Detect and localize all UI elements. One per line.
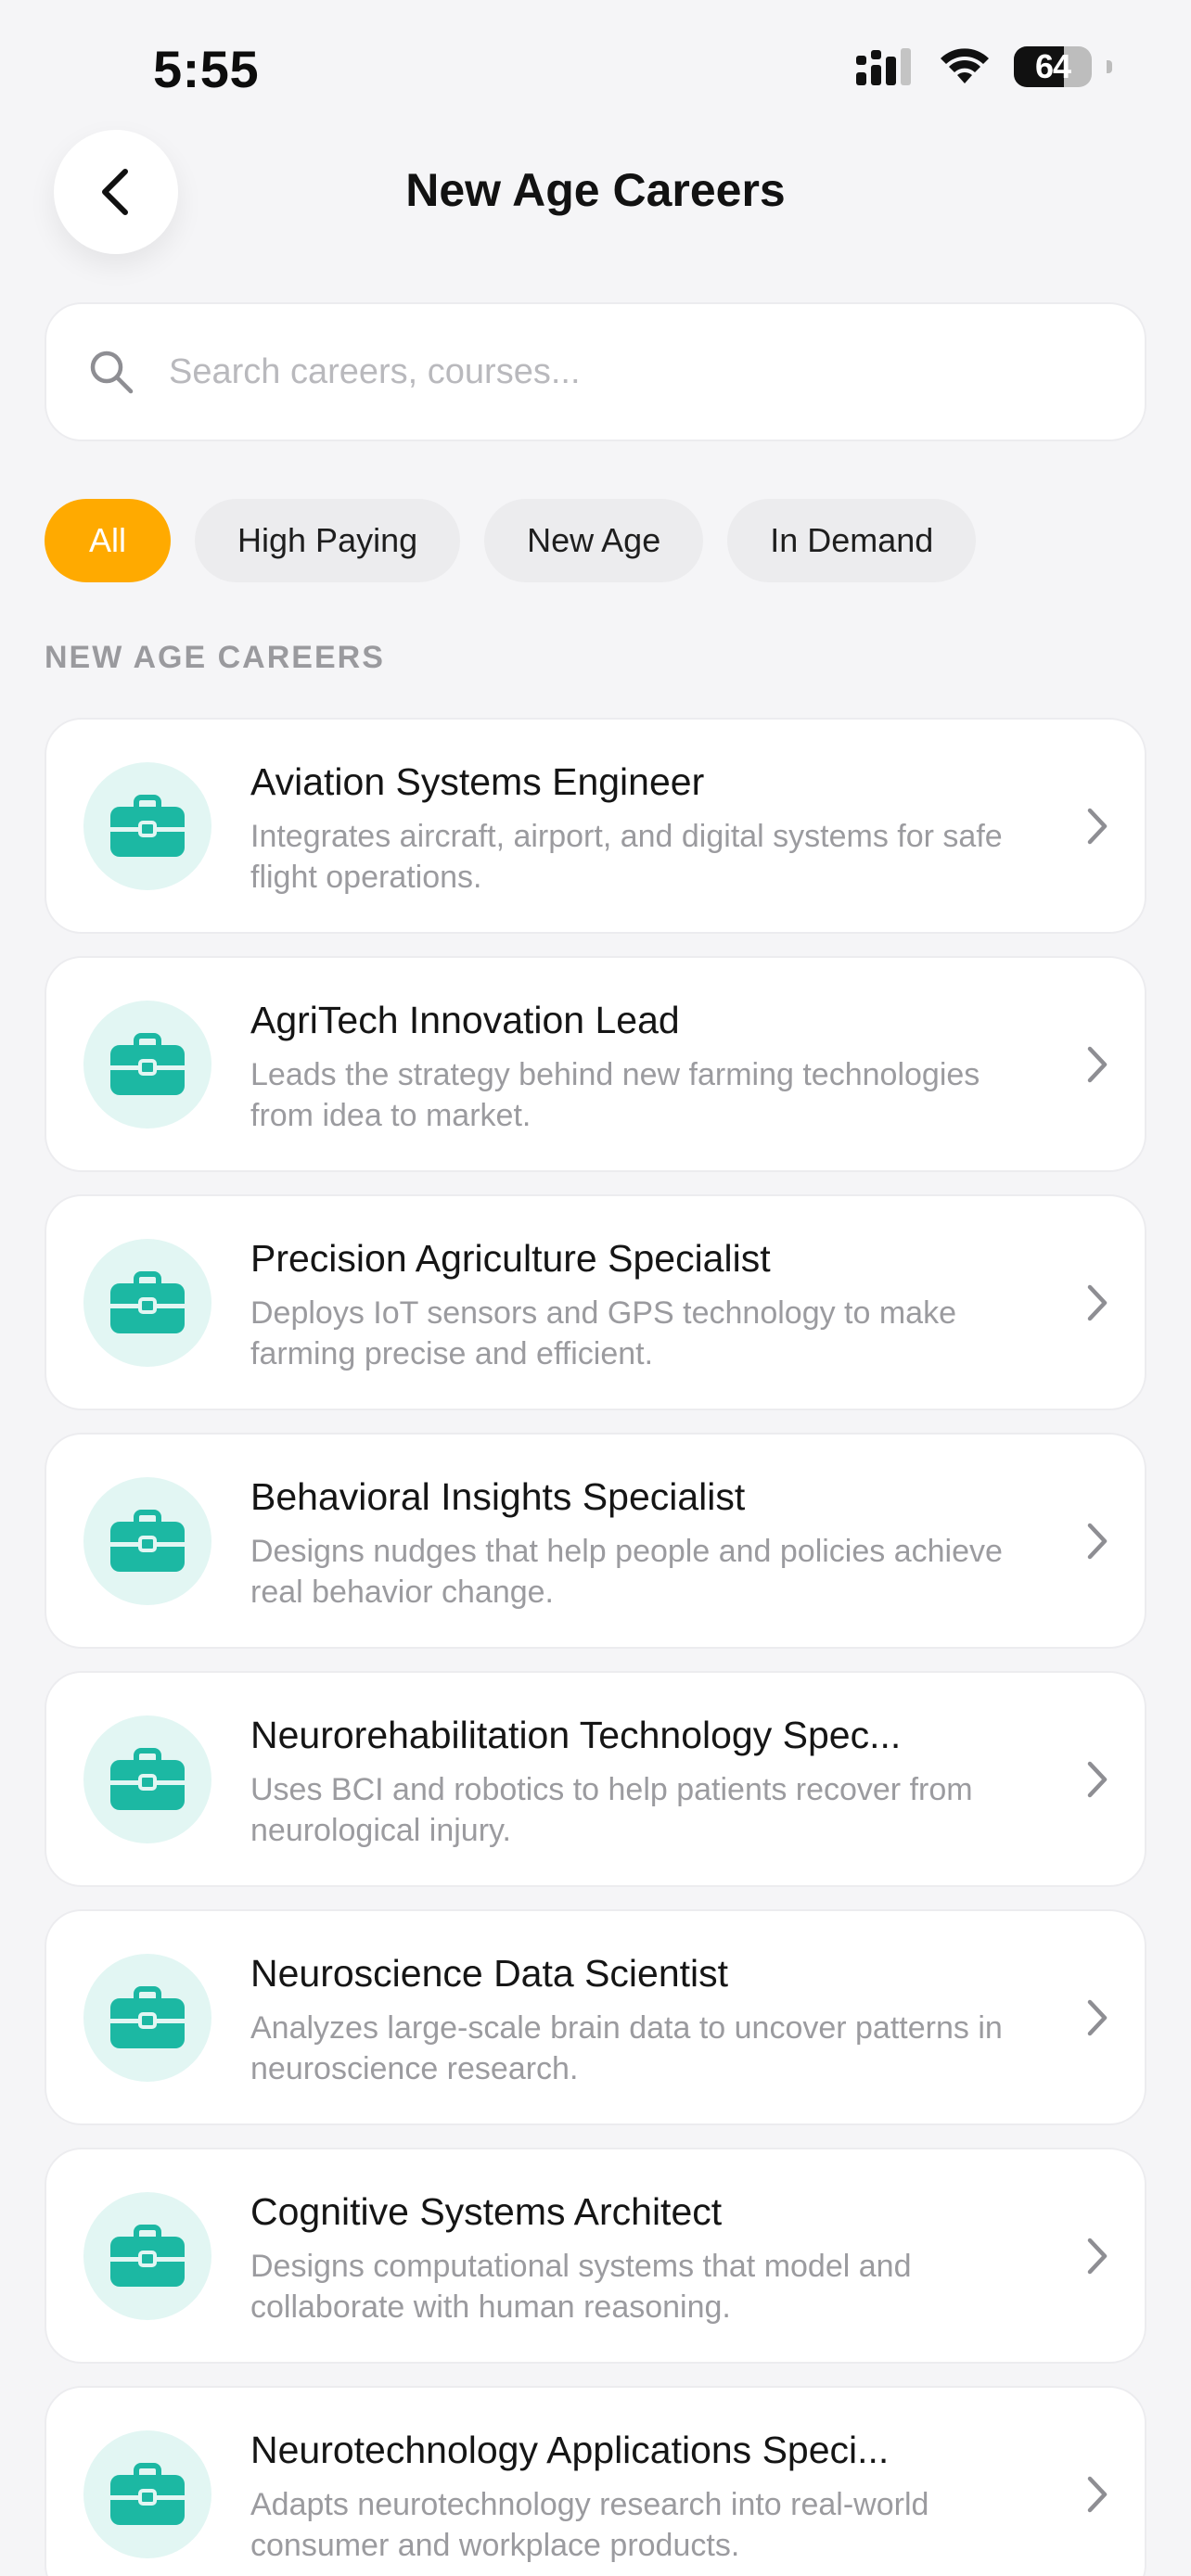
career-icon-badge — [83, 2430, 211, 2558]
career-title: Precision Agriculture Specialist — [250, 1237, 771, 1280]
screen: 5:55 64 New Age Careers Search careers, … — [0, 0, 1191, 2576]
battery-level: 64 — [1034, 47, 1071, 85]
career-title: AgriTech Innovation Lead — [250, 999, 680, 1041]
briefcase-icon — [110, 1748, 185, 1810]
career-card[interactable]: Neurotechnology Applications Speci... Ad… — [45, 2386, 1146, 2576]
career-title: Cognitive Systems Architect — [250, 2190, 723, 2233]
section-label: NEW AGE CAREERS — [45, 640, 385, 675]
filter-chip-in-demand[interactable]: In Demand — [727, 499, 977, 582]
briefcase-icon — [110, 1986, 185, 2048]
briefcase-icon — [110, 1033, 185, 1095]
page-title: New Age Careers — [405, 164, 786, 216]
career-description: Leads the strategy behind new farming te… — [250, 1057, 980, 1133]
briefcase-icon — [110, 2463, 185, 2525]
career-title: Neurorehabilitation Technology Spec... — [250, 1714, 902, 1756]
status-bar: 5:55 64 — [0, 0, 1191, 139]
career-icon-badge — [83, 1001, 211, 1129]
briefcase-icon — [110, 2225, 185, 2287]
career-description: Adapts neurotechnology research into rea… — [250, 2487, 929, 2563]
career-icon-badge — [83, 1477, 211, 1605]
briefcase-icon — [110, 1271, 185, 1333]
career-icon-badge — [83, 1715, 211, 1843]
chevron-right-icon — [1087, 1999, 1108, 2036]
briefcase-icon — [110, 1510, 185, 1572]
career-description: Deploys IoT sensors and GPS technology t… — [250, 1295, 956, 1371]
career-icon-badge — [83, 2192, 211, 2320]
chevron-right-icon — [1087, 1523, 1108, 1560]
briefcase-icon — [110, 795, 185, 857]
career-icon-badge — [83, 1239, 211, 1367]
search-icon — [90, 351, 134, 394]
chevron-right-icon — [1087, 1284, 1108, 1321]
chevron-right-icon — [1087, 1046, 1108, 1083]
career-description: Designs nudges that help people and poli… — [250, 1534, 1003, 1610]
cellular-signal-icon — [856, 48, 911, 85]
chevron-right-icon — [1087, 2238, 1108, 2275]
filter-chip-all[interactable]: All — [45, 499, 172, 582]
search-bar[interactable] — [45, 302, 1146, 441]
header: New Age Careers — [0, 130, 1191, 256]
search-input[interactable] — [169, 351, 1145, 392]
career-title: Aviation Systems Engineer — [250, 760, 705, 803]
career-description: Analyzes large-scale brain data to uncov… — [250, 2010, 1003, 2086]
chevron-right-icon — [1087, 1761, 1108, 1798]
filter-chip-new-age[interactable]: New Age — [484, 499, 704, 582]
battery-icon: 64 — [1014, 46, 1112, 87]
career-card[interactable]: Behavioral Insights Specialist Designs n… — [45, 1433, 1146, 1649]
career-title: Neuroscience Data Scientist — [250, 1952, 729, 1995]
chevron-right-icon — [1087, 2476, 1108, 2513]
chevron-right-icon — [1087, 808, 1108, 845]
filter-chips: All High Paying New Age In Demand — [45, 499, 977, 582]
status-time: 5:55 — [153, 40, 260, 98]
filter-chip-high-paying[interactable]: High Paying — [195, 499, 461, 582]
career-card[interactable]: Neurorehabilitation Technology Spec... U… — [45, 1671, 1146, 1887]
career-card[interactable]: AgriTech Innovation Lead Leads the strat… — [45, 956, 1146, 1172]
career-description: Uses BCI and robotics to help patients r… — [250, 1772, 973, 1848]
career-icon-badge — [83, 762, 211, 890]
wifi-icon — [941, 48, 989, 83]
career-icon-badge — [83, 1954, 211, 2082]
career-card[interactable]: Precision Agriculture Specialist Deploys… — [45, 1194, 1146, 1410]
career-description: Designs computational systems that model… — [250, 2249, 912, 2325]
career-description: Integrates aircraft, airport, and digita… — [250, 819, 1003, 895]
career-title: Neurotechnology Applications Speci... — [250, 2429, 890, 2471]
battery-cap — [1107, 60, 1112, 73]
career-list: Aviation Systems Engineer Integrates air… — [45, 718, 1146, 2576]
career-card[interactable]: Neuroscience Data Scientist Analyzes lar… — [45, 1909, 1146, 2125]
career-card[interactable]: Cognitive Systems Architect Designs comp… — [45, 2148, 1146, 2364]
career-card[interactable]: Aviation Systems Engineer Integrates air… — [45, 718, 1146, 934]
career-title: Behavioral Insights Specialist — [250, 1475, 746, 1518]
status-icons: 64 — [854, 46, 1112, 87]
